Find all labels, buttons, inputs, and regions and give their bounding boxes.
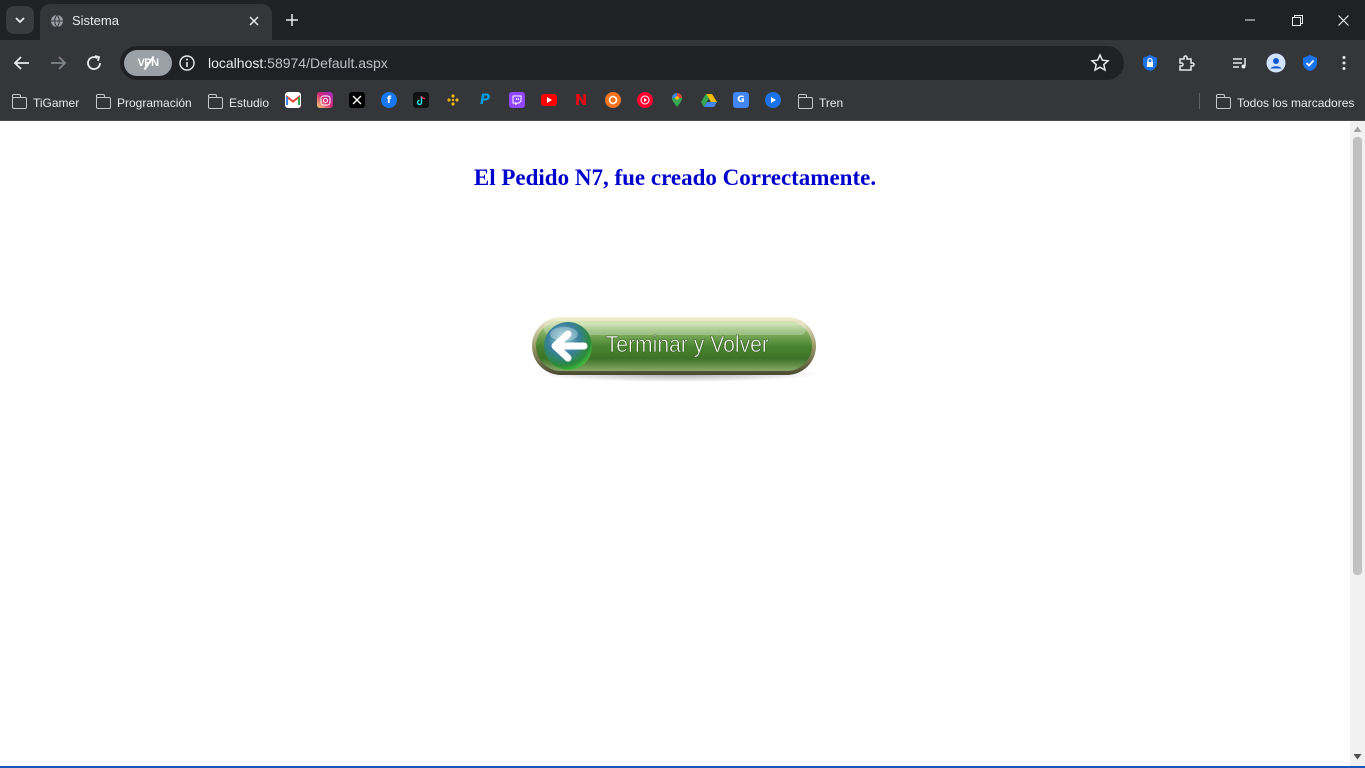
tab-sistema[interactable]: Sistema bbox=[40, 4, 272, 40]
folder-icon bbox=[207, 94, 223, 109]
security-extension-button[interactable] bbox=[1296, 49, 1324, 77]
success-message: El Pedido N7, fue creado Correctamente. bbox=[473, 165, 877, 190]
button-label: Terminar y Volver bbox=[606, 331, 769, 357]
crunchyroll-icon[interactable] bbox=[605, 92, 621, 108]
url-path: :58974/Default.aspx bbox=[263, 55, 388, 71]
tab-title: Sistema bbox=[72, 13, 119, 28]
extensions-button[interactable] bbox=[1172, 49, 1200, 77]
bookmark-folder-tigamer[interactable]: TiGamer bbox=[11, 92, 80, 114]
url-host: localhost bbox=[208, 55, 264, 71]
bookmark-label: TiGamer bbox=[33, 96, 80, 110]
twitch-icon[interactable] bbox=[509, 92, 525, 108]
close-icon bbox=[249, 16, 259, 26]
browser-menu-button[interactable] bbox=[1330, 49, 1358, 77]
binance-icon[interactable] bbox=[445, 92, 461, 108]
bookmark-folder-programacion[interactable]: Programación bbox=[95, 92, 192, 114]
tiktok-icon[interactable] bbox=[413, 92, 429, 108]
google-drive-icon[interactable] bbox=[701, 92, 717, 108]
new-tab-button[interactable] bbox=[282, 10, 302, 30]
browser-toolbar: VPN localhost:58974/Default.aspx bbox=[0, 40, 1365, 86]
paypal-icon[interactable]: P bbox=[477, 92, 493, 108]
google-translate-icon[interactable]: G bbox=[733, 92, 749, 108]
reload-button[interactable] bbox=[80, 49, 108, 77]
bookmark-label: Tren bbox=[819, 96, 844, 110]
arrow-left-icon bbox=[13, 56, 29, 70]
more-vertical-icon bbox=[1342, 56, 1346, 70]
avatar-icon bbox=[1266, 53, 1286, 73]
close-window-button[interactable] bbox=[1329, 6, 1357, 34]
gmail-icon[interactable] bbox=[285, 92, 301, 108]
instagram-icon[interactable] bbox=[317, 92, 333, 108]
globe-icon bbox=[51, 14, 63, 28]
folder-icon bbox=[11, 94, 27, 109]
scroll-up-arrow-icon[interactable] bbox=[1353, 125, 1362, 133]
play-icon[interactable] bbox=[765, 92, 781, 108]
minimize-button[interactable] bbox=[1236, 6, 1264, 34]
tab-strip: Sistema bbox=[0, 0, 1365, 40]
terminar-y-volver-button[interactable]: Terminar y Volver bbox=[530, 314, 820, 384]
folder-icon bbox=[1215, 94, 1231, 109]
bookmarks-divider bbox=[1199, 93, 1200, 109]
minimize-icon bbox=[1245, 19, 1255, 21]
scroll-down-arrow-icon[interactable] bbox=[1353, 753, 1362, 761]
info-icon[interactable] bbox=[178, 54, 196, 72]
url-text[interactable]: localhost:58974/Default.aspx bbox=[208, 55, 388, 71]
tab-close-button[interactable] bbox=[244, 11, 264, 31]
chevron-down-icon bbox=[15, 17, 25, 24]
close-icon bbox=[1337, 14, 1349, 26]
password-manager-button[interactable] bbox=[1136, 49, 1164, 77]
netflix-icon[interactable]: N bbox=[573, 91, 589, 109]
shield-check-icon bbox=[1303, 55, 1317, 71]
scrollbar-thumb[interactable] bbox=[1353, 137, 1362, 575]
page-viewport: El Pedido N7, fue creado Correctamente. bbox=[0, 121, 1350, 766]
all-bookmarks-label: Todos los marcadores bbox=[1237, 96, 1355, 110]
youtube-icon[interactable] bbox=[541, 94, 557, 106]
bookmark-label: Estudio bbox=[229, 96, 270, 110]
bookmark-folder-tren[interactable]: Tren bbox=[797, 92, 844, 114]
restore-button[interactable] bbox=[1283, 6, 1311, 34]
profile-button[interactable] bbox=[1262, 49, 1290, 77]
all-bookmarks-button[interactable]: Todos los marcadores bbox=[1215, 92, 1355, 114]
forward-button[interactable] bbox=[44, 49, 72, 77]
plus-icon bbox=[286, 14, 298, 26]
vpn-button[interactable]: VPN bbox=[124, 50, 172, 76]
bookmark-folder-estudio[interactable]: Estudio bbox=[207, 92, 270, 114]
facebook-icon[interactable]: f bbox=[381, 92, 397, 108]
tab-search-button[interactable] bbox=[6, 6, 34, 34]
youtube-music-icon[interactable] bbox=[637, 92, 653, 108]
address-bar[interactable]: VPN localhost:58974/Default.aspx bbox=[120, 46, 1124, 80]
x-icon[interactable] bbox=[349, 92, 365, 108]
bookmark-label: Programación bbox=[117, 96, 192, 110]
folder-icon bbox=[797, 94, 813, 109]
restore-icon bbox=[1291, 14, 1303, 26]
reload-icon bbox=[87, 55, 101, 70]
media-controls-button[interactable] bbox=[1226, 49, 1254, 77]
back-button[interactable] bbox=[8, 49, 36, 77]
folder-icon bbox=[95, 94, 111, 109]
google-maps-icon[interactable] bbox=[669, 92, 685, 108]
arrow-right-icon bbox=[51, 56, 67, 70]
vertical-scrollbar[interactable] bbox=[1350, 121, 1365, 766]
lock-shield-icon bbox=[1143, 55, 1157, 71]
puzzle-icon bbox=[1179, 55, 1195, 71]
star-icon[interactable] bbox=[1090, 53, 1110, 73]
queue-music-icon bbox=[1233, 58, 1246, 69]
